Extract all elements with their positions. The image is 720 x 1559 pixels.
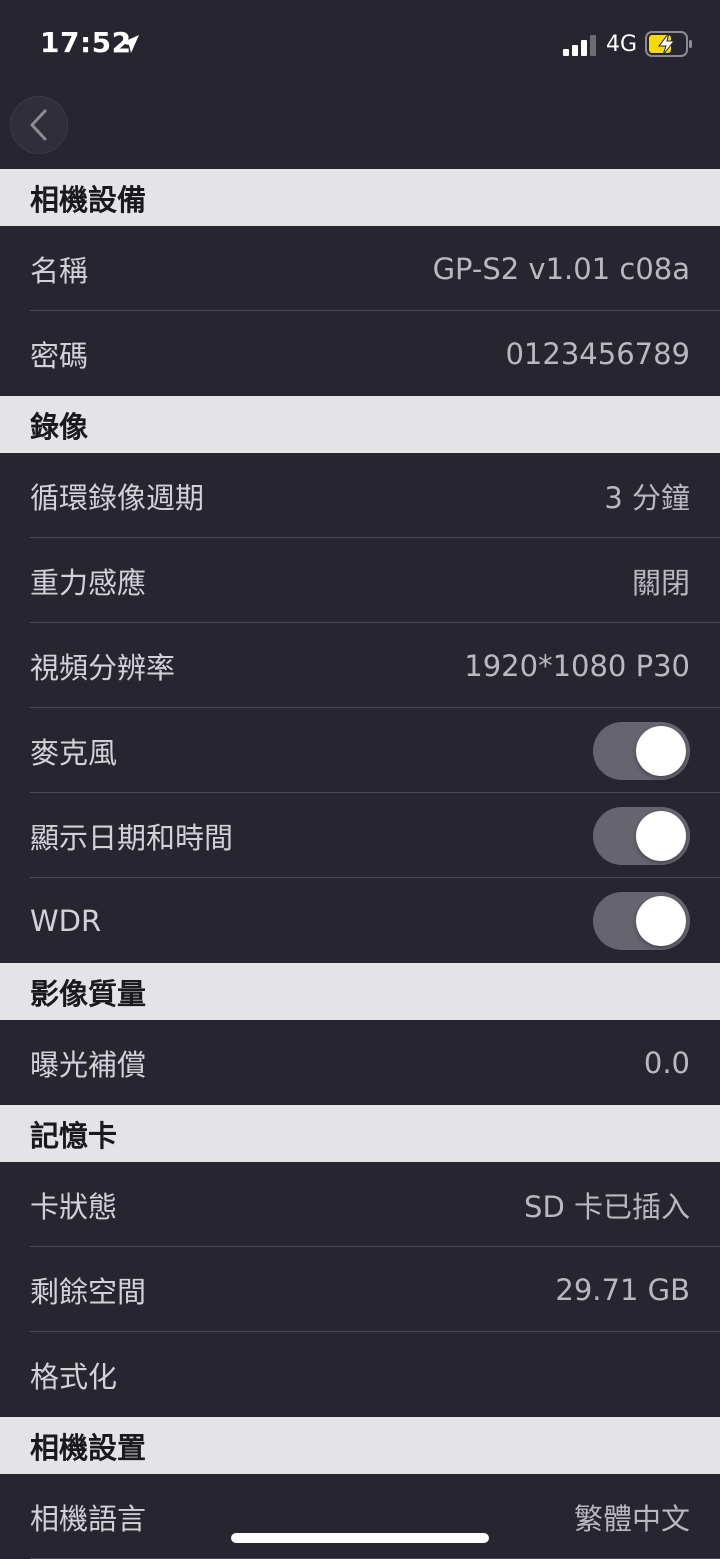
setting-row-wdr: WDR — [0, 878, 720, 963]
setting-label: 顯示日期和時間 — [30, 820, 234, 855]
setting-row-microphone: 麥克風 — [0, 708, 720, 793]
setting-row-free-space: 剩餘空間 29.71 GB — [0, 1247, 720, 1332]
setting-value: 關閉 — [631, 565, 690, 600]
settings-list: 相機設備 名稱 GP-S2 v1.01 c08a 密碼 0123456789 錄… — [0, 169, 720, 1559]
section-header-memory-card: 記憶卡 — [0, 1105, 720, 1162]
setting-row-card-status: 卡狀態 SD 卡已插入 — [0, 1162, 720, 1247]
setting-value: GP-S2 v1.01 c08a — [432, 251, 690, 286]
setting-label: 卡狀態 — [30, 1189, 118, 1224]
setting-label: 格式化 — [30, 1359, 118, 1394]
setting-row-password[interactable]: 密碼 0123456789 — [0, 311, 720, 396]
wdr-toggle[interactable] — [593, 891, 690, 950]
setting-label: 重力感應 — [30, 565, 147, 600]
toggle-knob — [636, 810, 686, 861]
setting-label: WDR — [30, 903, 102, 938]
status-bar: 17:52 4G — [0, 0, 720, 90]
setting-label: 密碼 — [30, 338, 89, 373]
setting-row-camera-language[interactable]: 相機語言 繁體中文 — [0, 1474, 720, 1559]
cellular-signal-icon — [563, 35, 596, 56]
section-header-image-quality: 影像質量 — [0, 963, 720, 1020]
network-type: 4G — [606, 32, 638, 57]
home-indicator[interactable] — [231, 1533, 489, 1543]
setting-label: 視頻分辨率 — [30, 650, 176, 685]
setting-value: SD 卡已插入 — [524, 1189, 690, 1224]
setting-label: 曝光補償 — [30, 1047, 147, 1082]
setting-row-name[interactable]: 名稱 GP-S2 v1.01 c08a — [0, 226, 720, 311]
setting-value: 3 分鐘 — [604, 480, 690, 515]
setting-label: 剩餘空間 — [30, 1274, 147, 1309]
setting-row-format[interactable]: 格式化 — [0, 1332, 720, 1417]
setting-label: 名稱 — [30, 253, 89, 288]
toggle-knob — [636, 725, 686, 776]
section-header-recording: 錄像 — [0, 396, 720, 453]
setting-row-g-sensor[interactable]: 重力感應 關閉 — [0, 538, 720, 623]
setting-label: 循環錄像週期 — [30, 480, 205, 515]
setting-value: 0.0 — [643, 1045, 690, 1080]
section-header-camera-settings: 相機設置 — [0, 1417, 720, 1474]
setting-value: 繁體中文 — [573, 1501, 690, 1536]
setting-value: 29.71 GB — [555, 1272, 690, 1307]
setting-row-video-resolution[interactable]: 視頻分辨率 1920*1080 P30 — [0, 623, 720, 708]
setting-label: 麥克風 — [30, 735, 118, 770]
settings-screen: 17:52 4G 相機設備 名稱 GP-S2 v1.01 c08a 密碼 012… — [0, 0, 720, 1559]
setting-label: 相機語言 — [30, 1501, 147, 1536]
section-header-camera-device: 相機設備 — [0, 169, 720, 226]
chevron-left-icon — [30, 109, 47, 141]
back-button[interactable] — [10, 96, 68, 154]
microphone-toggle[interactable] — [593, 721, 690, 780]
toggle-knob — [636, 895, 686, 946]
setting-row-loop-recording[interactable]: 循環錄像週期 3 分鐘 — [0, 453, 720, 538]
setting-value: 1920*1080 P30 — [464, 648, 690, 683]
location-arrow-icon — [121, 35, 139, 53]
battery-charging-icon — [645, 31, 692, 57]
setting-row-date-time-stamp: 顯示日期和時間 — [0, 793, 720, 878]
date-time-toggle[interactable] — [593, 806, 690, 865]
setting-row-exposure[interactable]: 曝光補償 0.0 — [0, 1020, 720, 1105]
setting-value: 0123456789 — [505, 336, 690, 371]
